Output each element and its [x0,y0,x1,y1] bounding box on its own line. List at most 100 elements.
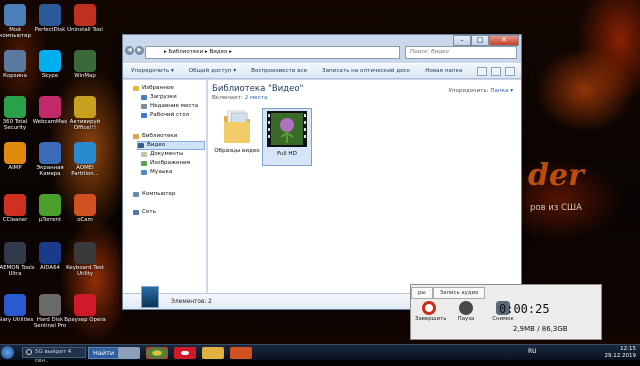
nav-favorites[interactable]: Избранное [133,84,174,93]
toolbar-burn[interactable]: Записать на оптический диск [322,68,410,74]
arrange-by: Упорядочить: Папка ▾ [448,88,513,94]
torrent-icon [39,194,61,216]
desktop-icon-item[interactable]: AOMEI Partition... [64,142,106,177]
toolbar-share[interactable]: Общий доступ ▾ [189,68,236,74]
library-includes: Включает: 2 места [212,95,268,101]
clock[interactable]: 12:15 29.12.2019 [605,346,637,359]
brand-text: der [528,158,584,193]
nav-desktop[interactable]: Рабочий стол [141,111,189,120]
preview-pane-icon[interactable] [491,67,501,76]
nav-images[interactable]: Изображения [141,159,190,168]
recorder-window: ры Запись аудио Завершить Пауза Снимок 0… [410,284,602,340]
computer-icon [4,4,26,26]
desktop-icon-item[interactable]: WinMap [64,50,106,79]
start-button[interactable] [1,346,14,359]
taskbar-search[interactable]: 5G выйдет 4 сен.. [22,347,86,364]
window-controls: – □ ✕ [453,35,519,46]
library-icon [133,134,139,139]
forward-icon[interactable]: ▶ [135,46,144,55]
language-indicator[interactable]: RU [528,348,537,355]
arrange-dropdown[interactable]: Папка ▾ [490,88,513,94]
nav-network[interactable]: Сеть [133,208,156,217]
disk-icon [39,4,61,26]
nav-music[interactable]: Музыка [141,168,172,177]
nav-video[interactable]: Видео [137,141,205,150]
desktop-icon-label: AOMEI Partition... [71,165,99,177]
pause-icon [459,301,473,315]
tab-record[interactable]: ры [411,287,433,299]
recycle-bin-icon [4,50,26,72]
nav-computer[interactable]: Компьютер [133,190,176,199]
desktop-icon-item[interactable]: Активируй Office!!! [64,96,106,131]
desktop-icon-label: Браузер Opera [64,317,106,323]
desktop-icon-item[interactable]: oCam [64,194,106,223]
stop-button[interactable]: Завершить [415,301,446,322]
office-icon [74,96,96,118]
nav-buttons: ◀ ▶ [125,46,144,55]
partition-icon [74,142,96,164]
help-icon[interactable] [505,67,515,76]
desktop-icon [141,113,147,118]
back-icon[interactable]: ◀ [125,46,134,55]
includes-link[interactable]: 2 места [245,95,268,101]
toolbar: Упорядочить ▾ Общий доступ ▾ Воспроизвес… [123,63,521,79]
recent-icon [141,104,147,109]
content-pane: Библиотека "Видео" Включает: 2 места Упо… [208,80,521,293]
nav-documents[interactable]: Документы [141,150,183,159]
webcam-icon [39,96,61,118]
winmap-icon [74,50,96,72]
item-full-hd[interactable]: Full HD [262,108,312,166]
tab-audio[interactable]: Запись аудио [432,287,486,299]
desktop-icon-label: Активируй Office!!! [69,119,101,131]
toolbar-new-folder[interactable]: Новая папка [425,68,462,74]
taskbar-explorer-icon[interactable] [202,347,224,359]
desktop-icon-label: Uninstall Tool [67,27,103,33]
search-input[interactable]: Поиск: Видео [405,46,517,59]
nav-downloads[interactable]: Загрузки [141,93,177,102]
search-icon [26,349,32,355]
music-icon [141,170,147,175]
close-button[interactable]: ✕ [489,35,519,46]
taskbar-chrome-icon[interactable] [146,347,168,359]
library-video-icon [141,286,159,308]
pause-button[interactable]: Пауза [452,301,480,322]
item-sample-videos[interactable]: Образцы видео [212,108,262,166]
keyboard-icon [74,242,96,264]
uninstall-icon [74,4,96,26]
nav-libraries[interactable]: Библиотеки [133,132,177,141]
record-size: 2,9MB / 86,3GB [513,325,568,333]
daemon-icon [4,242,26,264]
glary-icon [4,294,26,316]
taskbar-opera-icon[interactable] [174,347,196,359]
desktop-icon-label: Keyboard Test Utility [66,265,104,277]
desktop-icon-item[interactable]: Браузер Opera [64,294,106,323]
documents-icon [141,152,147,157]
harddisk-icon [39,294,61,316]
taskbar-ocam-icon[interactable] [230,347,252,359]
desktop-icon-item[interactable]: Keyboard Test Utility [64,242,106,277]
view-options-icon[interactable] [477,67,487,76]
address-bar[interactable]: ▸ Библиотеки ▸ Видео ▸ [145,46,400,59]
network-icon [133,210,139,215]
maximize-button[interactable]: □ [471,35,489,46]
desktop-icon-item[interactable]: Uninstall Tool [64,4,106,33]
ccleaner-icon [4,194,26,216]
explorer-window: ◀ ▶ ▸ Библиотеки ▸ Видео ▸ Поиск: Видео … [122,34,522,310]
nav-recent[interactable]: Недавние места [141,102,198,111]
stop-icon [422,301,436,315]
camera-icon [39,142,61,164]
folder-icon [224,110,250,143]
computer-icon [133,192,139,197]
aida-icon [39,242,61,264]
images-icon [141,161,147,166]
toolbar-play-all[interactable]: Воспроизвести все [251,68,307,74]
navigation-pane: Избранное Загрузки Недавние места Рабочи… [123,80,207,293]
star-icon [133,86,139,91]
ocam-icon [74,194,96,216]
status-count: Элементов: 2 [171,299,212,305]
library-title: Библиотека "Видео" [212,84,304,94]
minimize-button[interactable]: – [453,35,471,46]
web-search-button[interactable]: Найти [88,347,120,359]
taskbar-app-desktop-icon[interactable] [118,347,140,359]
toolbar-organize[interactable]: Упорядочить ▾ [131,68,174,74]
